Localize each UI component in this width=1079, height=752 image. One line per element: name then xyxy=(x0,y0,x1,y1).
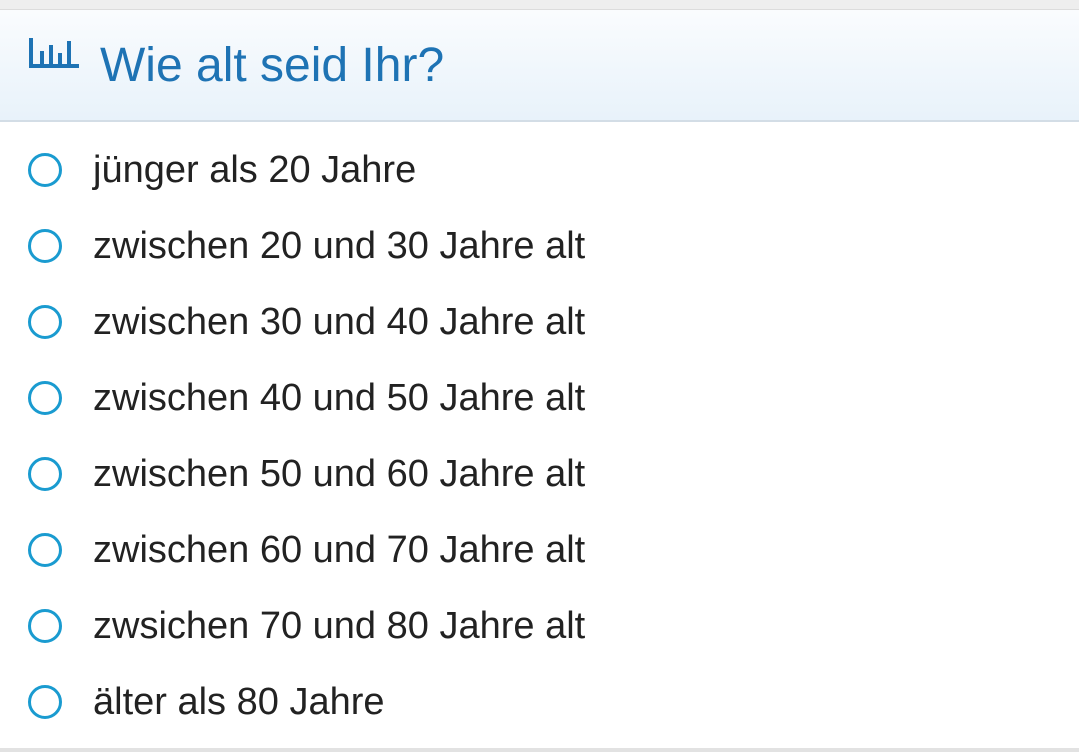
poll-option[interactable]: zwischen 50 und 60 Jahre alt xyxy=(0,426,1079,502)
poll-option-label[interactable]: zwischen 30 und 40 Jahre alt xyxy=(93,300,585,344)
poll-title: Wie alt seid Ihr? xyxy=(100,39,445,92)
radio-button[interactable] xyxy=(28,685,62,719)
poll-option-label[interactable]: zwischen 50 und 60 Jahre alt xyxy=(93,452,585,496)
bar-chart-icon xyxy=(29,38,79,68)
radio-button[interactable] xyxy=(28,153,62,187)
radio-button[interactable] xyxy=(28,609,62,643)
radio-button[interactable] xyxy=(28,381,62,415)
poll-option-label[interactable]: zwischen 40 und 50 Jahre alt xyxy=(93,376,585,420)
poll-option-label[interactable]: zwischen 60 und 70 Jahre alt xyxy=(93,528,585,572)
poll-option[interactable]: älter als 80 Jahre xyxy=(0,654,1079,730)
radio-button[interactable] xyxy=(28,457,62,491)
poll-option[interactable]: zwischen 20 und 30 Jahre alt xyxy=(0,198,1079,274)
bottom-divider xyxy=(0,748,1079,752)
poll-option-label[interactable]: jünger als 20 Jahre xyxy=(93,148,416,192)
radio-button[interactable] xyxy=(28,229,62,263)
poll-option-label[interactable]: älter als 80 Jahre xyxy=(93,680,385,724)
poll-option[interactable]: zwischen 40 und 50 Jahre alt xyxy=(0,350,1079,426)
poll-option[interactable]: zwsichen 70 und 80 Jahre alt xyxy=(0,578,1079,654)
poll-options-list: jünger als 20 Jahre zwischen 20 und 30 J… xyxy=(0,122,1079,730)
poll-option[interactable]: zwischen 30 und 40 Jahre alt xyxy=(0,274,1079,350)
radio-button[interactable] xyxy=(28,533,62,567)
poll-header: Wie alt seid Ihr? xyxy=(0,10,1079,122)
poll-option[interactable]: zwischen 60 und 70 Jahre alt xyxy=(0,502,1079,578)
poll-option-label[interactable]: zwischen 20 und 30 Jahre alt xyxy=(93,224,585,268)
poll-option[interactable]: jünger als 20 Jahre xyxy=(0,122,1079,198)
radio-button[interactable] xyxy=(28,305,62,339)
poll-option-label[interactable]: zwsichen 70 und 80 Jahre alt xyxy=(93,604,585,648)
top-divider xyxy=(0,0,1079,10)
